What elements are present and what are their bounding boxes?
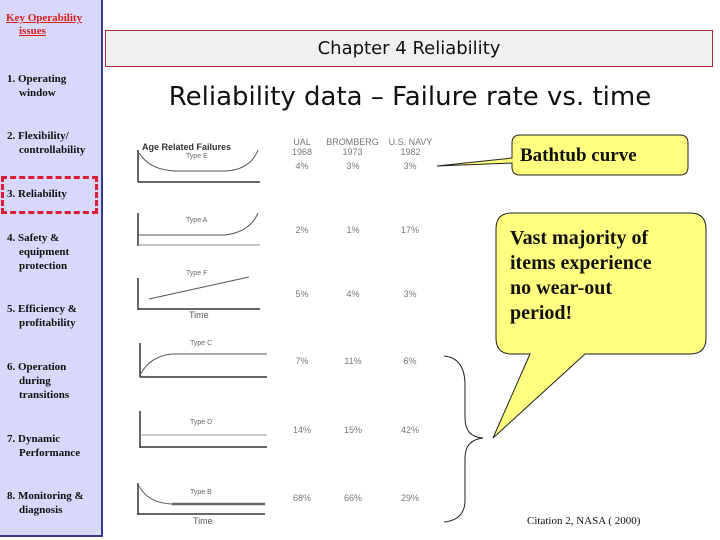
vast-majority-callout-text: Vast majority of items experience no wea… — [510, 226, 652, 326]
source-name: UAL — [293, 137, 311, 147]
time-axis-label: Time — [193, 516, 213, 526]
pct-value: 4% — [346, 289, 360, 299]
type-label: Type A — [186, 217, 208, 224]
curve-type-f — [137, 276, 260, 310]
citation: Citation 2, NASA ( 2000) — [527, 515, 641, 527]
pct-value: 68% — [292, 493, 311, 503]
curve-type-b — [137, 483, 265, 515]
source-name: U.S. NAVY — [388, 137, 433, 147]
source-year: 1982 — [400, 147, 421, 157]
bathtub-callout-text: Bathtub curve — [520, 145, 637, 166]
source-year: 1968 — [291, 147, 313, 157]
pct-value: 1% — [346, 225, 360, 235]
curve-type-d — [139, 411, 267, 448]
pct-value: 3% — [346, 161, 360, 171]
source-header-us-navy: U.S. NAVY 1982 — [383, 137, 438, 157]
pct-value: 4% — [295, 161, 309, 171]
type-label: Type C — [190, 340, 213, 347]
pct-value: 3% — [403, 289, 417, 299]
type-label: Type E — [186, 153, 208, 160]
type-label: Type B — [190, 489, 212, 496]
callout-line: Vast majority of — [510, 227, 649, 249]
pct-value: 6% — [403, 356, 417, 366]
source-header-ual: UAL 1968 — [282, 137, 322, 157]
callout-line: items experience — [510, 252, 652, 274]
callout-line: no wear-out — [510, 277, 613, 299]
type-label: Type F — [186, 270, 208, 277]
pct-value: 42% — [400, 425, 419, 435]
time-axis-label: Time — [189, 310, 209, 320]
grouping-brace-icon — [443, 355, 484, 523]
source-year: 1973 — [342, 147, 363, 157]
pct-value: 2% — [295, 225, 309, 235]
pct-value: 15% — [343, 425, 362, 435]
curve-type-c — [139, 343, 267, 378]
pct-value: 5% — [295, 289, 309, 299]
source-name: BROMBERG — [326, 137, 379, 147]
pct-value: 7% — [295, 356, 309, 366]
type-label: Type D — [190, 419, 213, 426]
pct-value: 11% — [344, 356, 362, 366]
figure-heading: Age Related Failures — [142, 142, 232, 152]
source-header-bromberg: BROMBERG 1973 — [325, 137, 380, 157]
pct-value: 3% — [403, 161, 417, 171]
pct-value: 29% — [400, 493, 419, 503]
pct-value: 66% — [343, 493, 362, 503]
pct-value: 17% — [400, 225, 419, 235]
callout-line: period! — [510, 302, 573, 324]
pct-value: 14% — [292, 425, 311, 435]
